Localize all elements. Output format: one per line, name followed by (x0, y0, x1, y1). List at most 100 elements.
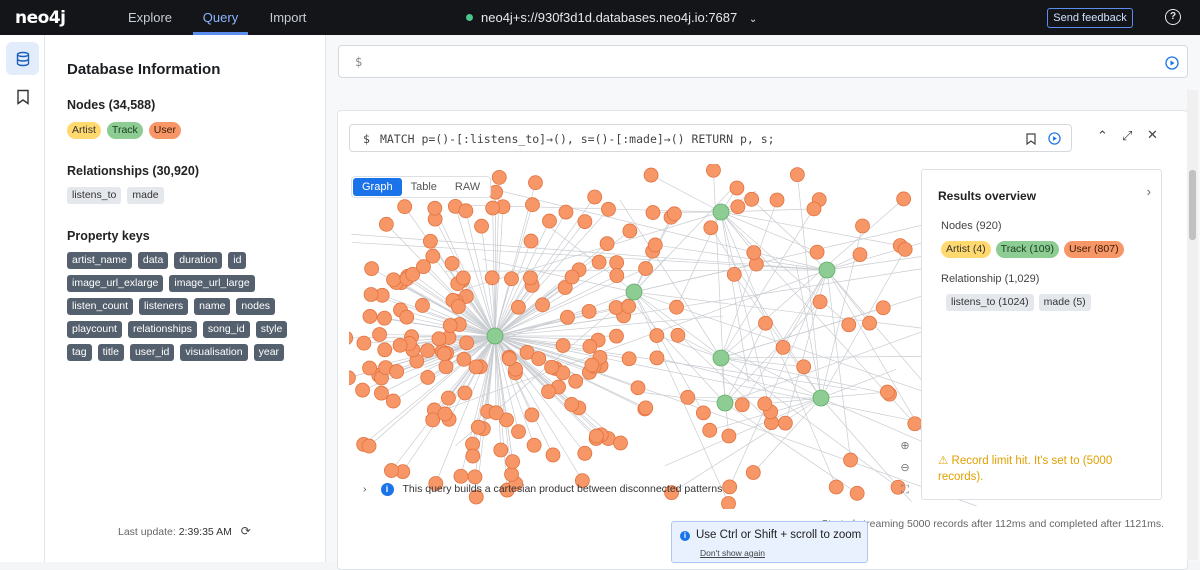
user-node[interactable] (421, 344, 435, 358)
query-notification[interactable]: ›iThis query builds a cartesian product … (363, 483, 722, 496)
user-node[interactable] (441, 391, 455, 405)
user-node[interactable] (559, 205, 573, 219)
relationship-edge[interactable] (657, 335, 721, 358)
user-node[interactable] (856, 219, 870, 233)
close-icon[interactable]: ✕ (1147, 127, 1158, 143)
relationship-edge[interactable] (653, 212, 721, 213)
user-node[interactable] (512, 425, 526, 439)
relationship-edge[interactable] (672, 398, 821, 493)
user-node[interactable] (610, 269, 624, 283)
user-node[interactable] (486, 201, 500, 215)
bookmark-icon[interactable] (1026, 133, 1036, 145)
user-node[interactable] (362, 439, 376, 453)
property-key-chip[interactable]: image_url_exlarge (67, 275, 163, 292)
user-node[interactable] (456, 271, 470, 285)
property-key-chip[interactable]: listeners (139, 298, 188, 315)
user-node[interactable] (357, 336, 371, 350)
user-node[interactable] (778, 416, 792, 430)
user-node[interactable] (525, 198, 539, 212)
user-node[interactable] (511, 300, 525, 314)
rel-count-chip[interactable]: made (5) (1039, 294, 1091, 311)
node-label-chip[interactable]: User (149, 122, 181, 139)
user-node[interactable] (898, 242, 912, 256)
user-node[interactable] (460, 336, 474, 350)
user-node[interactable] (489, 406, 503, 420)
user-node[interactable] (722, 497, 736, 509)
user-node[interactable] (646, 206, 660, 220)
track-node[interactable] (819, 262, 835, 278)
property-key-chip[interactable]: artist_name (67, 252, 132, 269)
user-node[interactable] (415, 298, 429, 312)
user-node[interactable] (609, 329, 623, 343)
user-node[interactable] (829, 480, 843, 494)
tab-query[interactable]: Query (193, 0, 248, 35)
chevron-right-icon[interactable]: › (363, 483, 367, 495)
user-node[interactable] (393, 338, 407, 352)
relationship-edge[interactable] (688, 397, 821, 398)
user-node[interactable] (364, 287, 378, 301)
send-feedback-button[interactable]: Send feedback (1047, 8, 1133, 28)
node-count-chip[interactable]: Track (109) (996, 241, 1059, 258)
user-node[interactable] (908, 417, 922, 431)
track-node[interactable] (813, 390, 829, 406)
user-node[interactable] (776, 340, 790, 354)
property-key-chip[interactable]: nodes (236, 298, 275, 315)
relationship-edge[interactable] (821, 392, 887, 398)
relationship-edge[interactable] (651, 175, 721, 212)
user-node[interactable] (844, 453, 858, 467)
user-node[interactable] (524, 234, 538, 248)
user-node[interactable] (797, 360, 811, 374)
property-key-chip[interactable]: name (194, 298, 230, 315)
user-node[interactable] (560, 310, 574, 324)
user-node[interactable] (423, 234, 437, 248)
node-label-chip[interactable]: Artist (67, 122, 101, 139)
relationship-edge[interactable] (445, 270, 827, 271)
user-node[interactable] (504, 272, 518, 286)
property-key-chip[interactable]: relationships (128, 321, 197, 338)
user-node[interactable] (532, 352, 546, 366)
rel-count-chip[interactable]: listens_to (1024) (946, 294, 1034, 311)
user-node[interactable] (379, 217, 393, 231)
property-key-chip[interactable]: data (138, 252, 168, 269)
user-node[interactable] (542, 385, 556, 399)
user-node[interactable] (426, 413, 440, 427)
user-node[interactable] (706, 164, 720, 177)
track-node[interactable] (717, 395, 733, 411)
relationship-edge[interactable] (721, 199, 904, 358)
neo4j-logo[interactable]: neo4j (15, 8, 65, 28)
user-node[interactable] (387, 273, 401, 287)
relationship-edge[interactable] (495, 207, 503, 336)
user-node[interactable] (556, 339, 570, 353)
node-count-chip[interactable]: User (807) (1064, 241, 1124, 258)
user-node[interactable] (639, 401, 653, 415)
relationship-edge[interactable] (730, 270, 827, 487)
user-node[interactable] (747, 246, 761, 260)
user-node[interactable] (876, 301, 890, 315)
node-label-chip[interactable]: Track (107, 122, 143, 139)
property-key-chip[interactable]: listen_count (67, 298, 133, 315)
user-node[interactable] (639, 262, 653, 276)
relationship-type-chip[interactable]: made (127, 187, 163, 204)
property-key-chip[interactable]: style (256, 321, 288, 338)
track-node[interactable] (713, 204, 729, 220)
user-node[interactable] (746, 466, 760, 480)
user-node[interactable] (468, 470, 482, 484)
user-node[interactable] (363, 361, 377, 375)
user-node[interactable] (578, 215, 592, 229)
cypher-editor[interactable]: $ (338, 45, 1188, 78)
user-node[interactable] (759, 316, 773, 330)
user-node[interactable] (582, 304, 596, 318)
zoom-in-icon[interactable]: ⊕ (897, 438, 913, 454)
user-node[interactable] (600, 237, 614, 251)
user-node[interactable] (790, 168, 804, 182)
user-node[interactable] (475, 219, 489, 233)
user-node[interactable] (731, 200, 745, 214)
user-node[interactable] (502, 352, 516, 366)
property-key-chip[interactable]: year (254, 344, 284, 361)
help-icon[interactable]: ? (1165, 9, 1181, 25)
user-node[interactable] (536, 298, 550, 312)
user-node[interactable] (601, 202, 615, 216)
user-node[interactable] (428, 201, 442, 215)
user-node[interactable] (589, 429, 603, 443)
rerun-query-icon[interactable] (1048, 132, 1061, 145)
